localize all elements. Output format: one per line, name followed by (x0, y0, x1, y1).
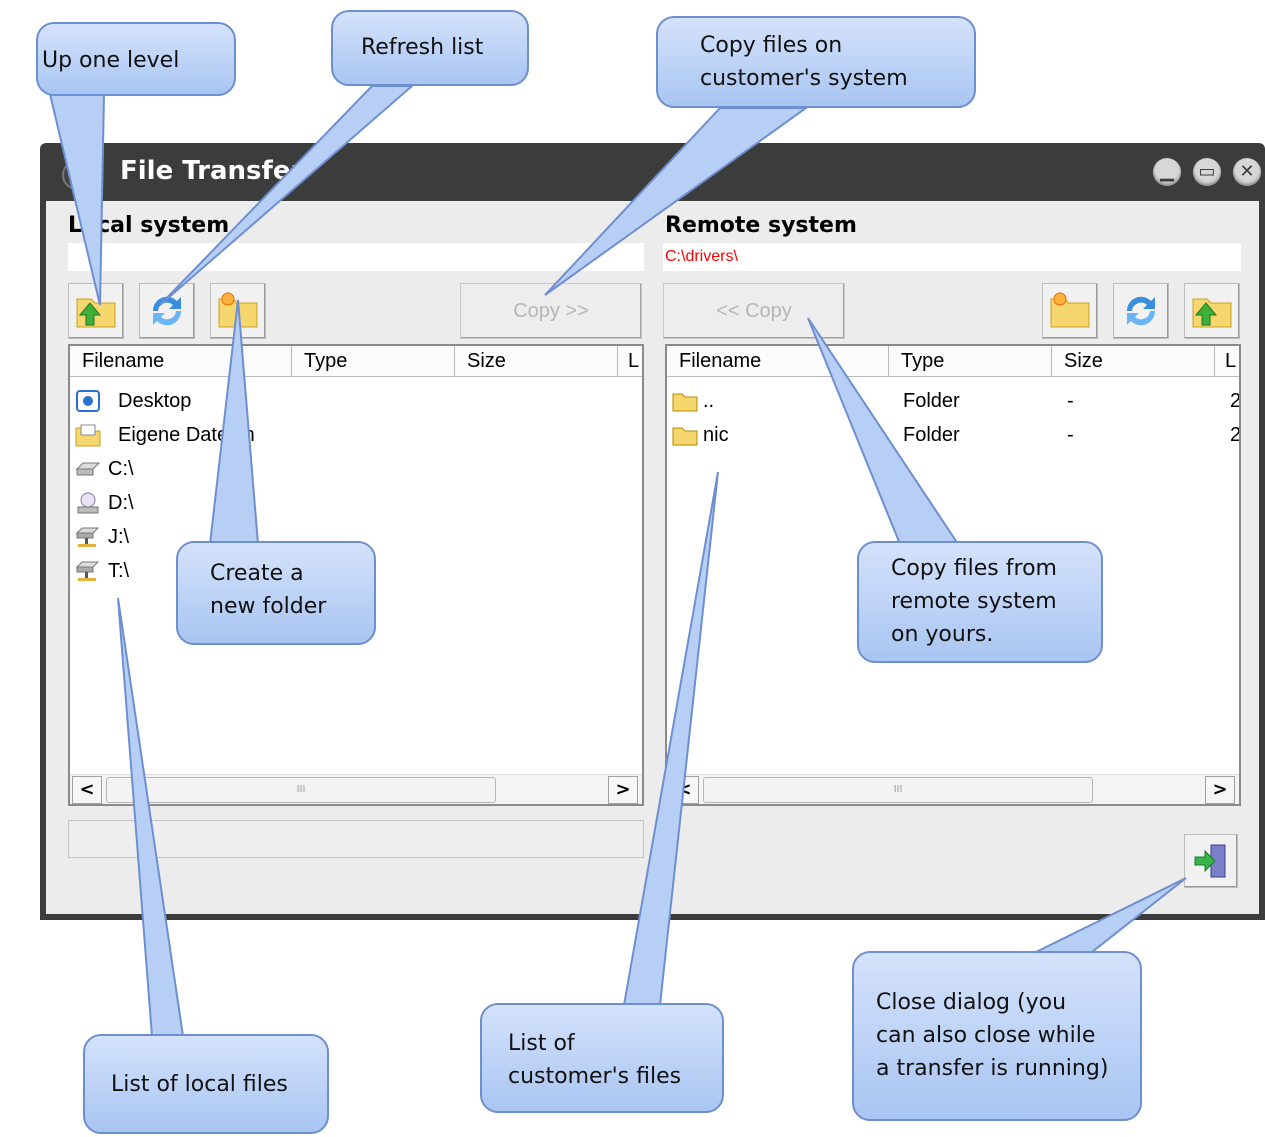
callout-close-dialog: Close dialog (you can also close while a… (852, 951, 1142, 1121)
callout-refresh-list: Refresh list (331, 10, 529, 86)
callout-text: Close dialog (you (876, 990, 1067, 1015)
callout-up-one-level: Up one level (36, 22, 236, 96)
callout-text: a transfer is running) (876, 1056, 1109, 1081)
callout-copy-on-customer: Copy files on customer's system (656, 16, 976, 108)
callout-text: Create a (210, 561, 304, 586)
callout-text: List of (508, 1031, 575, 1056)
callout-copy-from-remote: Copy files from remote system on yours. (857, 541, 1103, 663)
callout-text: Up one level (42, 48, 180, 73)
callout-text: remote system (891, 589, 1057, 614)
callout-text: on yours. (891, 622, 994, 647)
callout-text: can also close while (876, 1023, 1096, 1048)
callout-local-files: List of local files (83, 1034, 329, 1134)
callout-create-folder: Create a new folder (176, 541, 376, 645)
callout-text: List of local files (111, 1072, 288, 1097)
callout-text: Refresh list (361, 35, 484, 60)
callout-text: Copy files from (891, 556, 1057, 581)
callout-text: customer's files (508, 1064, 682, 1089)
callout-text: Copy files on (700, 33, 843, 58)
callout-text: customer's system (700, 66, 908, 91)
callout-customer-files: List of customer's files (480, 1003, 724, 1113)
callout-text: new folder (210, 594, 327, 619)
